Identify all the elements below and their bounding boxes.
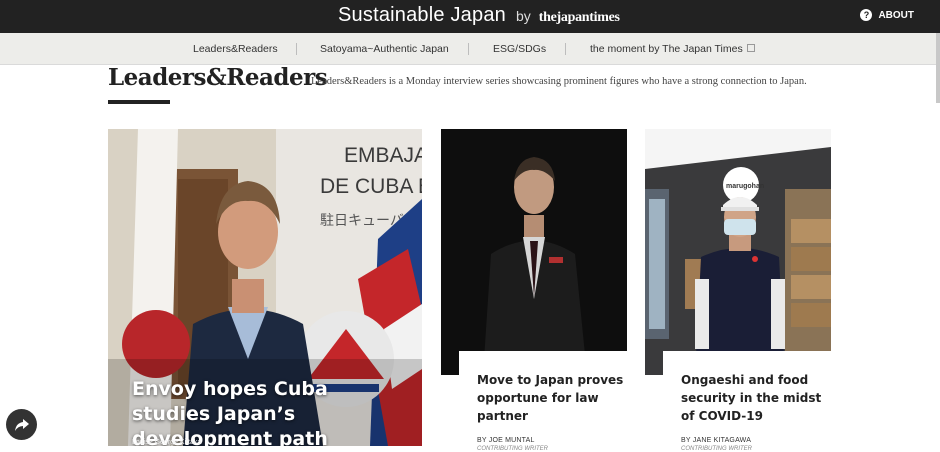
title-underline bbox=[108, 100, 170, 104]
featured-article-byline: Louise George Kittaka bbox=[132, 439, 202, 446]
article-author-role: CONTRIBUTING WRITER bbox=[477, 446, 548, 452]
svg-text:EMBAJA: EMBAJA bbox=[344, 144, 422, 167]
article-headline[interactable]: Move to Japan proves opportune for law p… bbox=[477, 371, 627, 425]
japan-times-logo: thejapantimes bbox=[538, 10, 620, 25]
article-text-box: Move to Japan proves opportune for law p… bbox=[459, 351, 627, 452]
share-button[interactable] bbox=[6, 409, 37, 440]
article-byline: BY JANE KITAGAWA bbox=[681, 437, 752, 444]
article-headline[interactable]: Ongaeshi and food security in the midst … bbox=[681, 371, 831, 425]
nav-item-the-moment[interactable]: the moment by The Japan Times bbox=[590, 33, 755, 65]
about-label: ABOUT bbox=[878, 9, 914, 21]
article-card[interactable]: marugohan Ongaeshi and food security in … bbox=[645, 129, 831, 452]
nav-item-esg-sdgs[interactable]: ESG/SDGs bbox=[493, 33, 546, 65]
svg-text:marugohan: marugohan bbox=[726, 183, 764, 190]
svg-text:DE CUBA EN: DE CUBA EN bbox=[320, 175, 422, 198]
nav-divider bbox=[565, 43, 566, 55]
share-arrow-icon bbox=[14, 418, 29, 431]
article-photo bbox=[441, 129, 627, 375]
article-card[interactable]: Move to Japan proves opportune for law p… bbox=[441, 129, 627, 452]
about-button[interactable]: ? ABOUT bbox=[860, 9, 914, 21]
brand-by: by bbox=[515, 8, 531, 24]
page-title: Leaders&Readers bbox=[108, 64, 328, 91]
featured-article-headline[interactable]: Envoy hopes Cuba studies Japan’s develop… bbox=[132, 377, 412, 446]
external-link-icon bbox=[746, 44, 755, 53]
nav-item-satoyama[interactable]: Satoyama~Authentic Japan bbox=[320, 33, 449, 65]
article-photo: marugohan bbox=[645, 129, 831, 375]
featured-article-card[interactable]: EMBAJA DE CUBA EN 駐日キューバ Envoy hopes Cub… bbox=[108, 129, 422, 446]
brand-title: Sustainable Japan bbox=[338, 4, 506, 26]
svg-text:駐日キューバ: 駐日キューバ bbox=[320, 213, 404, 229]
section-nav: Leaders&Readers Satoyama~Authentic Japan… bbox=[0, 33, 940, 65]
article-author-role: CONTRIBUTING WRITER bbox=[681, 446, 752, 452]
nav-item-the-moment-label: the moment by The Japan Times bbox=[590, 43, 743, 55]
nav-item-leaders-readers[interactable]: Leaders&Readers bbox=[193, 33, 278, 65]
nav-divider bbox=[296, 43, 297, 55]
question-circle-icon: ? bbox=[860, 9, 873, 21]
nav-divider bbox=[468, 43, 469, 55]
article-byline: BY JOE MUNTAL bbox=[477, 437, 535, 444]
section-description: Leaders&Readers is a Monday interview se… bbox=[311, 76, 807, 87]
scrollbar[interactable] bbox=[936, 33, 940, 103]
top-bar: Sustainable Japan by thejapantimes ? ABO… bbox=[0, 0, 940, 33]
article-text-box: Ongaeshi and food security in the midst … bbox=[663, 351, 831, 452]
site-brand[interactable]: Sustainable Japan by thejapantimes bbox=[338, 4, 620, 27]
